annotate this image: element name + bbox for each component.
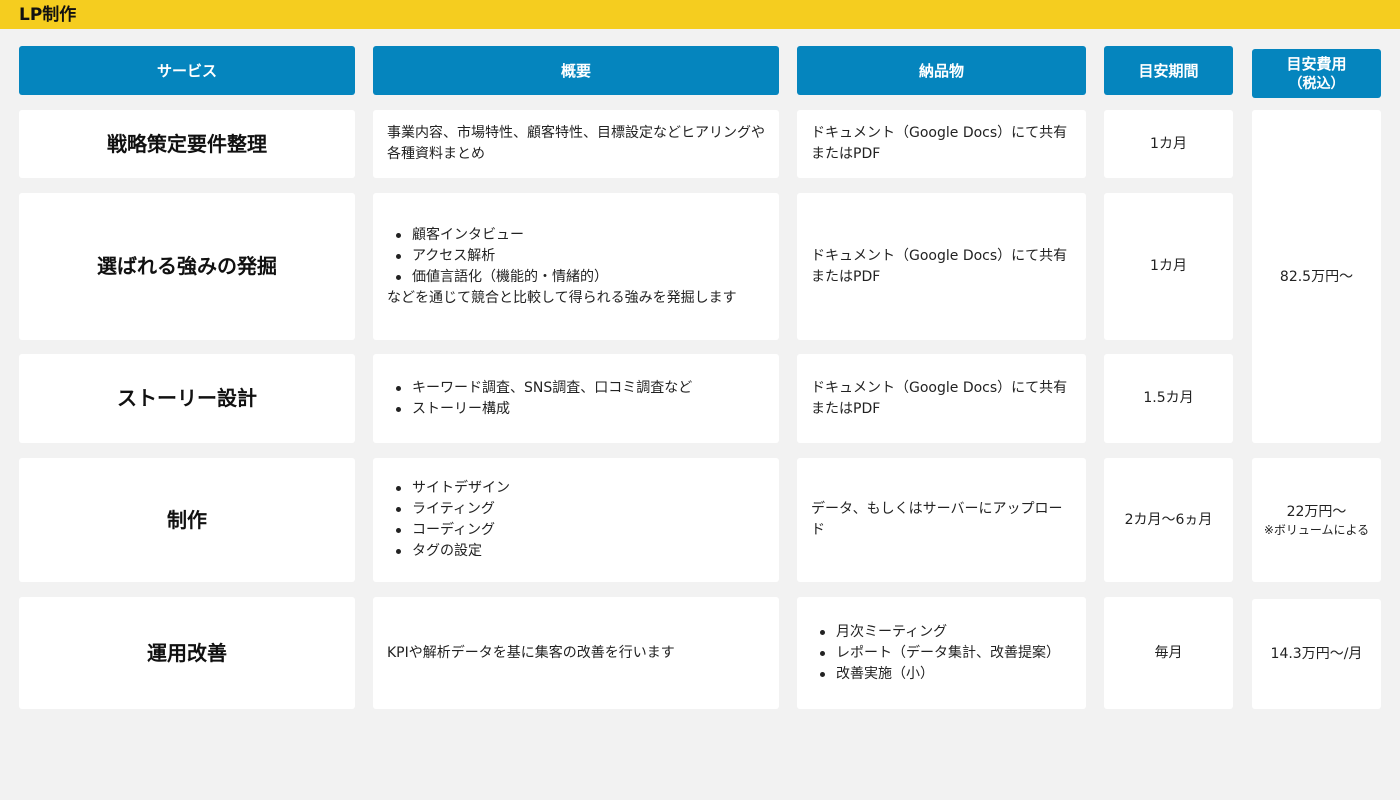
list-item: レポート（データ集計、改善提案） <box>811 643 1072 664</box>
service-name: 選ばれる強みの発掘 <box>97 254 277 278</box>
period-cell: 2カ月〜6ヵ月 <box>1104 458 1233 582</box>
deliverable-text: ドキュメント（Google Docs）にて共有またはPDF <box>811 125 1068 162</box>
period-cell: 1カ月 <box>1104 110 1233 178</box>
header-cost: 目安費用 （税込） <box>1252 49 1381 98</box>
list-item: 月次ミーティング <box>811 622 1072 643</box>
deliverable-cell: ドキュメント（Google Docs）にて共有またはPDF <box>797 193 1086 340</box>
overview-cell: サイトデザイン ライティング コーディング タグの設定 <box>373 458 779 582</box>
deliverable-cell: 月次ミーティング レポート（データ集計、改善提案） 改善実施（小） <box>797 597 1086 709</box>
table-row-service: 運用改善 <box>19 597 355 709</box>
overview-text: 事業内容、市場特性、顧客特性、目標設定などヒアリングや各種資料まとめ <box>387 125 765 162</box>
deliverable-text: ドキュメント（Google Docs）にて共有またはPDF <box>811 247 1068 285</box>
deliverable-list: 月次ミーティング レポート（データ集計、改善提案） 改善実施（小） <box>811 622 1072 685</box>
price-cell: 82.5万円〜 <box>1252 110 1381 443</box>
overview-cell: 顧客インタビュー アクセス解析 価値言語化（機能的・情緒的） などを通じて競合と… <box>373 193 779 340</box>
deliverable-cell: データ、もしくはサーバーにアップロード <box>797 458 1086 582</box>
header-cost-label: 目安費用 <box>1286 54 1347 73</box>
list-item: ストーリー構成 <box>387 399 765 420</box>
header-period: 目安期間 <box>1104 46 1233 95</box>
deliverable-cell: ドキュメント（Google Docs）にて共有またはPDF <box>797 110 1086 178</box>
top-bar: LP制作 <box>0 0 1400 29</box>
overview-list: サイトデザイン ライティング コーディング タグの設定 <box>387 478 765 562</box>
service-name: 戦略策定要件整理 <box>107 131 267 156</box>
overview-list: キーワード調査、SNS調査、口コミ調査など ストーリー構成 <box>387 378 765 420</box>
overview-text: などを通じて競合と比較して得られる強みを発掘します <box>387 289 737 306</box>
header-deliverable: 納品物 <box>797 46 1086 95</box>
table-row-service: 制作 <box>19 458 355 582</box>
service-name: 運用改善 <box>147 640 227 665</box>
price-text: 82.5万円〜 <box>1279 268 1354 285</box>
price-text: 22万円〜 <box>1286 503 1347 520</box>
service-name: 制作 <box>167 507 207 532</box>
page-title: LP制作 <box>19 5 77 25</box>
period-text: 2カ月〜6ヵ月 <box>1124 511 1213 528</box>
header-cost-tax: （税込） <box>1288 75 1345 92</box>
list-item: 顧客インタビュー <box>387 225 765 246</box>
deliverable-cell: ドキュメント（Google Docs）にて共有またはPDF <box>797 354 1086 443</box>
table-row-service: 選ばれる強みの発掘 <box>19 193 355 340</box>
period-text: 1カ月 <box>1150 258 1187 274</box>
list-item: タグの設定 <box>387 541 765 562</box>
overview-text: KPIや解析データを基に集客の改善を行います <box>387 644 675 661</box>
overview-cell: 事業内容、市場特性、顧客特性、目標設定などヒアリングや各種資料まとめ <box>373 110 779 178</box>
header-service: サービス <box>19 46 355 95</box>
list-item: サイトデザイン <box>387 478 765 499</box>
table-row-service: ストーリー設計 <box>19 354 355 443</box>
deliverable-text: ドキュメント（Google Docs）にて共有またはPDF <box>811 379 1068 417</box>
period-cell: 1カ月 <box>1104 193 1233 340</box>
overview-cell: キーワード調査、SNS調査、口コミ調査など ストーリー構成 <box>373 354 779 443</box>
price-cell: 14.3万円〜/月 <box>1252 599 1381 709</box>
table-row-service: 戦略策定要件整理 <box>19 110 355 178</box>
deliverable-text: データ、もしくはサーバーにアップロード <box>811 501 1063 538</box>
overview-cell: KPIや解析データを基に集客の改善を行います <box>373 597 779 709</box>
list-item: コーディング <box>387 520 765 541</box>
list-item: アクセス解析 <box>387 246 765 267</box>
period-text: 1.5カ月 <box>1143 390 1194 406</box>
list-item: 価値言語化（機能的・情緒的） <box>387 267 765 288</box>
list-item: 改善実施（小） <box>811 664 1072 685</box>
price-text: 14.3万円〜/月 <box>1270 646 1363 662</box>
period-cell: 毎月 <box>1104 597 1233 709</box>
list-item: ライティング <box>387 499 765 520</box>
price-note: ※ボリュームによる <box>1263 522 1370 537</box>
list-item: キーワード調査、SNS調査、口コミ調査など <box>387 378 765 399</box>
overview-list: 顧客インタビュー アクセス解析 価値言語化（機能的・情緒的） <box>387 225 765 288</box>
period-text: 毎月 <box>1154 644 1183 661</box>
service-name: ストーリー設計 <box>117 386 257 410</box>
header-overview: 概要 <box>373 46 779 95</box>
period-text: 1カ月 <box>1150 135 1187 152</box>
period-cell: 1.5カ月 <box>1104 354 1233 443</box>
price-cell: 22万円〜 ※ボリュームによる <box>1252 458 1381 582</box>
